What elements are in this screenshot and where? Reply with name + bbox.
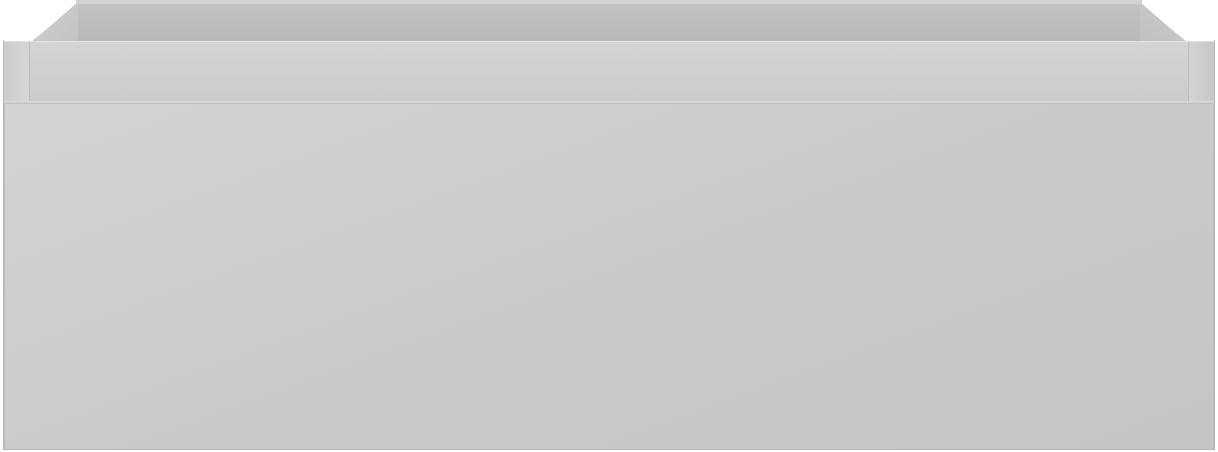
box-front-top-rail — [4, 41, 1214, 102]
box-rail-left-cap — [4, 41, 30, 102]
box-back-rim-top-edge — [76, 0, 1142, 4]
box-outer-left-edge — [3, 40, 4, 450]
box-rail-highlight — [4, 41, 1214, 42]
box-inner-back-wall — [78, 4, 1140, 41]
box-outer-right-edge — [1214, 40, 1215, 450]
box-illustration — [0, 0, 1218, 452]
box-rail-right-cap — [1188, 41, 1214, 102]
box-front-panel — [4, 104, 1214, 450]
